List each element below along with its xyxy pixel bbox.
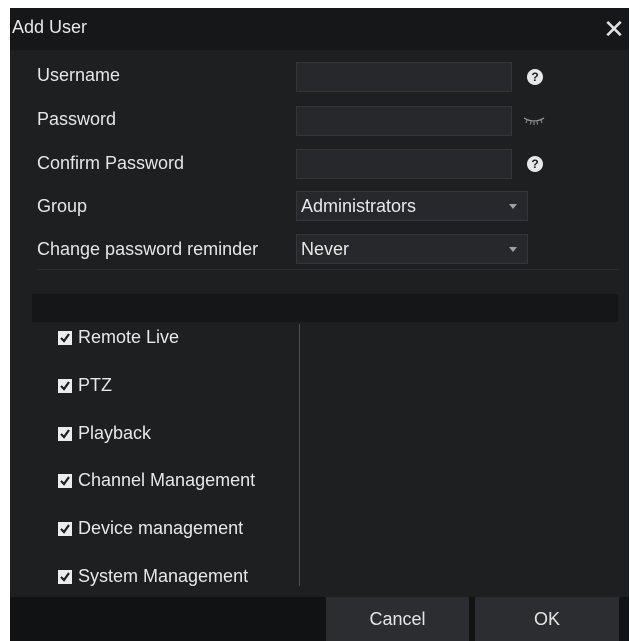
divider [37, 269, 619, 270]
dialog-footer: Cancel OK [10, 597, 629, 641]
permission-label: PTZ [78, 375, 112, 395]
permission-device-management[interactable]: Device management [58, 518, 243, 539]
permission-remote-live[interactable]: Remote Live [58, 327, 179, 348]
cancel-button[interactable]: Cancel [326, 597, 469, 641]
check-icon[interactable] [58, 426, 72, 441]
username-field[interactable] [296, 62, 512, 92]
permission-label: System Management [78, 566, 249, 586]
eye-closed-icon[interactable] [522, 114, 546, 128]
add-user-dialog: Add User ✕ Username ? Password Confirm P… [10, 8, 629, 641]
permissions-header [32, 294, 618, 322]
close-icon[interactable]: ✕ [599, 12, 629, 46]
permission-label: Remote Live [78, 327, 180, 347]
reminder-select-value: Never [301, 239, 350, 259]
reminder-select[interactable]: Never [296, 234, 528, 264]
ok-button[interactable]: OK [475, 597, 619, 641]
check-icon[interactable] [58, 569, 72, 584]
check-icon[interactable] [58, 378, 72, 393]
confirm-password-field[interactable] [296, 149, 512, 179]
group-label: Group [37, 196, 88, 216]
permission-playback[interactable]: Playback [58, 423, 151, 444]
check-icon[interactable] [58, 521, 72, 536]
dialog-title: Add User [12, 17, 88, 37]
chevron-down-icon [509, 247, 517, 252]
dialog-titlebar: Add User ✕ [10, 8, 629, 50]
permission-label: Playback [78, 423, 152, 443]
permission-label: Device management [78, 518, 244, 538]
group-select-value: Administrators [301, 196, 417, 216]
username-label: Username [37, 65, 121, 85]
password-field[interactable] [296, 106, 512, 136]
permission-channel-management[interactable]: Channel Management [58, 470, 255, 491]
password-label: Password [37, 109, 117, 129]
reminder-label: Change password reminder [37, 239, 259, 259]
permissions-divider [299, 324, 300, 586]
username-help-icon[interactable]: ? [527, 69, 543, 85]
confirm-password-label: Confirm Password [37, 153, 185, 173]
permission-label: Channel Management [78, 470, 256, 490]
chevron-down-icon [509, 204, 517, 209]
check-icon[interactable] [58, 330, 72, 345]
group-select[interactable]: Administrators [296, 191, 528, 221]
permission-ptz[interactable]: PTZ [58, 375, 112, 396]
permission-system-management[interactable]: System Management [58, 566, 248, 587]
confirm-help-icon[interactable]: ? [527, 156, 543, 172]
check-icon[interactable] [58, 473, 72, 488]
